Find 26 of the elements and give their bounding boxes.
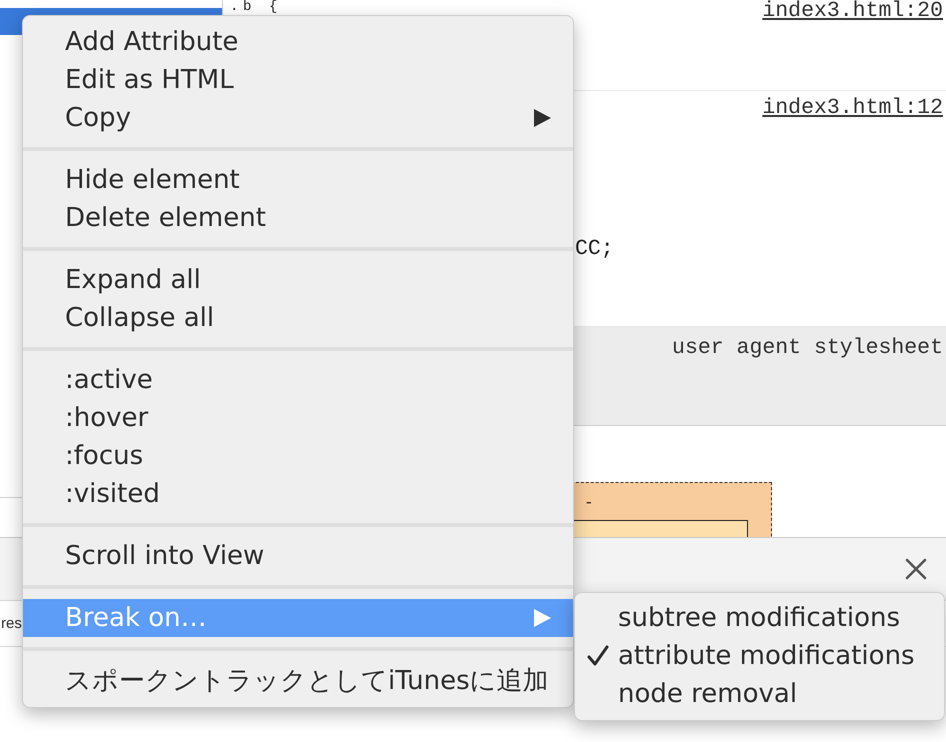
menu-item[interactable]: Copy — [23, 99, 573, 137]
menu-item[interactable]: Delete element — [23, 199, 573, 237]
css-declaration: CC; — [575, 237, 614, 261]
menu-item[interactable]: :active — [23, 361, 573, 399]
submenu-item[interactable]: attribute modifications — [575, 637, 944, 675]
menu-item[interactable]: Edit as HTML — [23, 61, 573, 99]
drawer-text: res — [1, 614, 22, 632]
menu-item[interactable]: Hide element — [23, 161, 573, 199]
menu-item[interactable]: :focus — [23, 437, 573, 475]
menu-item[interactable]: Scroll into View — [23, 537, 573, 575]
close-icon — [905, 558, 927, 580]
menu-item[interactable]: :visited — [23, 475, 573, 513]
close-button[interactable] — [905, 558, 927, 580]
source-link[interactable]: index3.html:20 — [762, 0, 943, 22]
check-icon — [587, 645, 609, 667]
rule-origin: user agent stylesheet — [672, 336, 943, 360]
menu-item[interactable]: スポークントラックとしてiTunesに追加 — [23, 661, 573, 699]
source-link[interactable]: index3.html:12 — [762, 97, 943, 119]
menu-item[interactable]: Add Attribute — [23, 23, 573, 61]
submenu-item[interactable]: node removal — [575, 675, 944, 713]
submenu-item[interactable]: subtree modifications — [575, 599, 944, 637]
css-selector: .b { — [230, 0, 282, 15]
menu-item[interactable]: Expand all — [23, 261, 573, 299]
menu-item[interactable]: Collapse all — [23, 299, 573, 337]
margin-value: - — [584, 494, 594, 512]
menu-item[interactable]: :hover — [23, 399, 573, 437]
